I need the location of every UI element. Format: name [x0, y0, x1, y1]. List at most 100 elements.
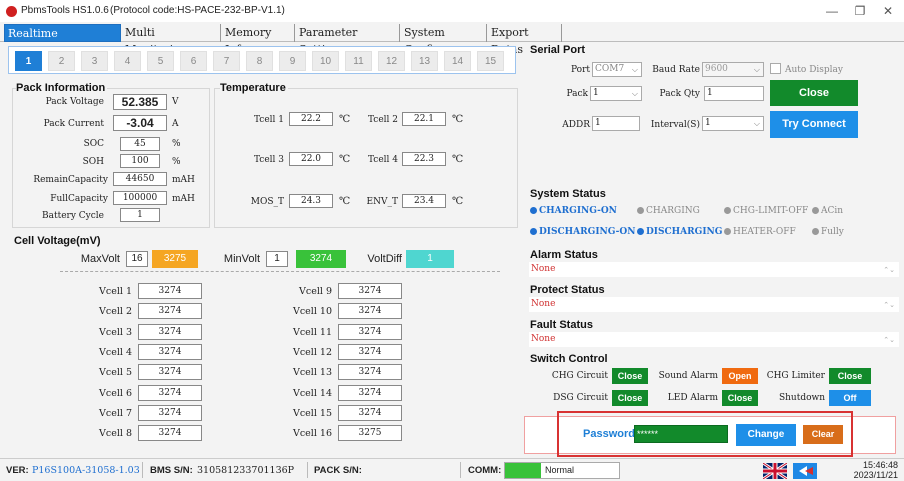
pack-qty-input[interactable]: 1 — [704, 86, 764, 101]
port-select[interactable]: COM7 ⌵ — [592, 62, 642, 77]
vcell-label: Vcell 3 — [99, 326, 132, 338]
clock-date: 2023/11/21 — [853, 470, 898, 480]
pack-button-6[interactable]: 6 — [180, 51, 207, 71]
vcell-value: 3274 — [138, 404, 202, 421]
tab-memory-info[interactable]: Memory Info. — [222, 24, 295, 56]
pack-label: Pack — [566, 89, 588, 99]
comm-label: COMM: — [468, 465, 502, 476]
pack-button-9[interactable]: 9 — [279, 51, 306, 71]
vcell-label: Vcell 4 — [99, 346, 132, 358]
divider — [142, 462, 143, 478]
baud-rate-value: 9600 — [705, 64, 728, 74]
tcell-3-label: Tcell 3 — [253, 155, 284, 165]
status-indicator: CHG-LIMIT-OFF — [724, 206, 808, 216]
vcell-label: Vcell 6 — [99, 387, 132, 399]
addr-label: ADDR — [562, 120, 590, 130]
spinner-icon[interactable]: ⌃⌄ — [883, 333, 895, 347]
status-indicator: CHARGING — [637, 206, 700, 216]
vcell-value: 3274 — [338, 343, 402, 360]
clear-password-button[interactable]: Clear — [803, 425, 843, 444]
cell-voltage-title: Cell Voltage(mV) — [14, 235, 103, 247]
comm-indicator — [505, 463, 541, 478]
full-capacity-value: 100000 — [113, 191, 167, 205]
tab-realtime-monitoring[interactable]: Realtime Monitoring — [4, 24, 121, 57]
auto-display-checkbox[interactable] — [770, 63, 781, 74]
baud-rate-select[interactable]: 9600 ⌵ — [702, 62, 764, 77]
minimize-icon[interactable]: — — [818, 2, 846, 20]
battery-cycle-label: Battery Cycle — [41, 211, 104, 221]
vcell-value: 3274 — [338, 303, 402, 320]
change-password-button[interactable]: Change — [736, 424, 796, 446]
tab-export-datas[interactable]: Export Datas — [488, 24, 562, 56]
bms-sn-label: BMS S/N: — [150, 465, 193, 476]
pack-voltage-unit: V — [172, 97, 179, 107]
vcell-value: 3274 — [138, 364, 202, 381]
system-status-title: System Status — [530, 188, 608, 200]
status-indicator-label: ACin — [821, 206, 844, 216]
pack-button-2[interactable]: 2 — [48, 51, 75, 71]
password-input[interactable]: ****** — [634, 425, 728, 443]
status-indicator-label: CHARGING — [646, 206, 700, 216]
tab-multi-monitoring[interactable]: Multi Monitoring — [122, 24, 221, 56]
status-indicator: Fully — [812, 227, 844, 237]
pack-button-11[interactable]: 11 — [345, 51, 372, 71]
vcell-value: 3274 — [138, 303, 202, 320]
tab-parameter-setting[interactable]: Parameter Setting — [296, 24, 400, 56]
pack-button-5[interactable]: 5 — [147, 51, 174, 71]
switch-toggle-button[interactable]: Close — [829, 368, 871, 384]
pack-button-15[interactable]: 15 — [477, 51, 504, 71]
vcell-label: Vcell 2 — [99, 306, 132, 318]
switch-label: CHG Circuit — [551, 371, 608, 381]
vcell-label: Vcell 12 — [293, 346, 332, 358]
status-dot-icon — [637, 228, 644, 235]
try-connect-button[interactable]: Try Connect — [770, 111, 858, 138]
tab-system-config[interactable]: System Config. — [401, 24, 487, 56]
english-flag-icon[interactable] — [763, 463, 787, 479]
tcell-1-value: 22.2 — [289, 112, 333, 126]
pack-button-12[interactable]: 12 — [378, 51, 405, 71]
maximize-icon[interactable]: ❐ — [846, 2, 874, 20]
pack-button-14[interactable]: 14 — [444, 51, 471, 71]
pack-value: 1 — [593, 88, 599, 98]
pack-button-3[interactable]: 3 — [81, 51, 108, 71]
spinner-icon[interactable]: ⌃⌄ — [883, 298, 895, 312]
close-port-button[interactable]: Close — [770, 80, 858, 106]
comm-value: Normal — [545, 465, 575, 475]
version-value: P16S100A-31058-1.03 — [32, 465, 140, 476]
switch-label: Sound Alarm — [658, 371, 718, 381]
pack-voltage-value: 52.385 — [113, 94, 167, 110]
pack-select[interactable]: 1 ⌵ — [590, 86, 642, 101]
status-dot-icon — [530, 228, 537, 235]
tcell-4-label: Tcell 4 — [367, 155, 398, 165]
pack-button-7[interactable]: 7 — [213, 51, 240, 71]
status-indicator: DISCHARGING-ON — [530, 227, 635, 237]
tcell-2-unit: ℃ — [452, 114, 464, 125]
pack-voltage-label: Pack Voltage — [45, 97, 104, 107]
fault-status-box: None ⌃⌄ — [529, 332, 899, 347]
vcell-value: 3274 — [138, 323, 202, 340]
vcell-label: Vcell 15 — [293, 407, 332, 419]
remain-capacity-value: 44650 — [113, 172, 167, 186]
interval-select[interactable]: 1 ⌵ — [702, 116, 764, 131]
status-dot-icon — [530, 207, 537, 214]
env-t-unit: ℃ — [452, 196, 464, 207]
pack-button-8[interactable]: 8 — [246, 51, 273, 71]
tcell-2-value: 22.1 — [402, 112, 446, 126]
vcell-label: Vcell 13 — [293, 367, 332, 379]
tcell-2-label: Tcell 2 — [367, 115, 398, 125]
addr-input[interactable]: 1 — [592, 116, 640, 131]
spinner-icon[interactable]: ⌃⌄ — [883, 263, 895, 277]
pack-button-4[interactable]: 4 — [114, 51, 141, 71]
language-switch-icon[interactable] — [793, 463, 817, 479]
close-icon[interactable]: ✕ — [874, 2, 902, 20]
vcell-label: Vcell 8 — [99, 428, 132, 440]
pack-button-13[interactable]: 13 — [411, 51, 438, 71]
divider — [460, 462, 461, 478]
pack-button-10[interactable]: 10 — [312, 51, 339, 71]
switch-toggle-button[interactable]: Off — [829, 390, 871, 406]
chevron-down-icon: ⌵ — [753, 119, 760, 128]
pack-button-1[interactable]: 1 — [15, 51, 42, 71]
pack-current-value: -3.04 — [113, 115, 167, 131]
vcell-label: Vcell 10 — [293, 306, 332, 318]
protect-status-box: None ⌃⌄ — [529, 297, 899, 312]
